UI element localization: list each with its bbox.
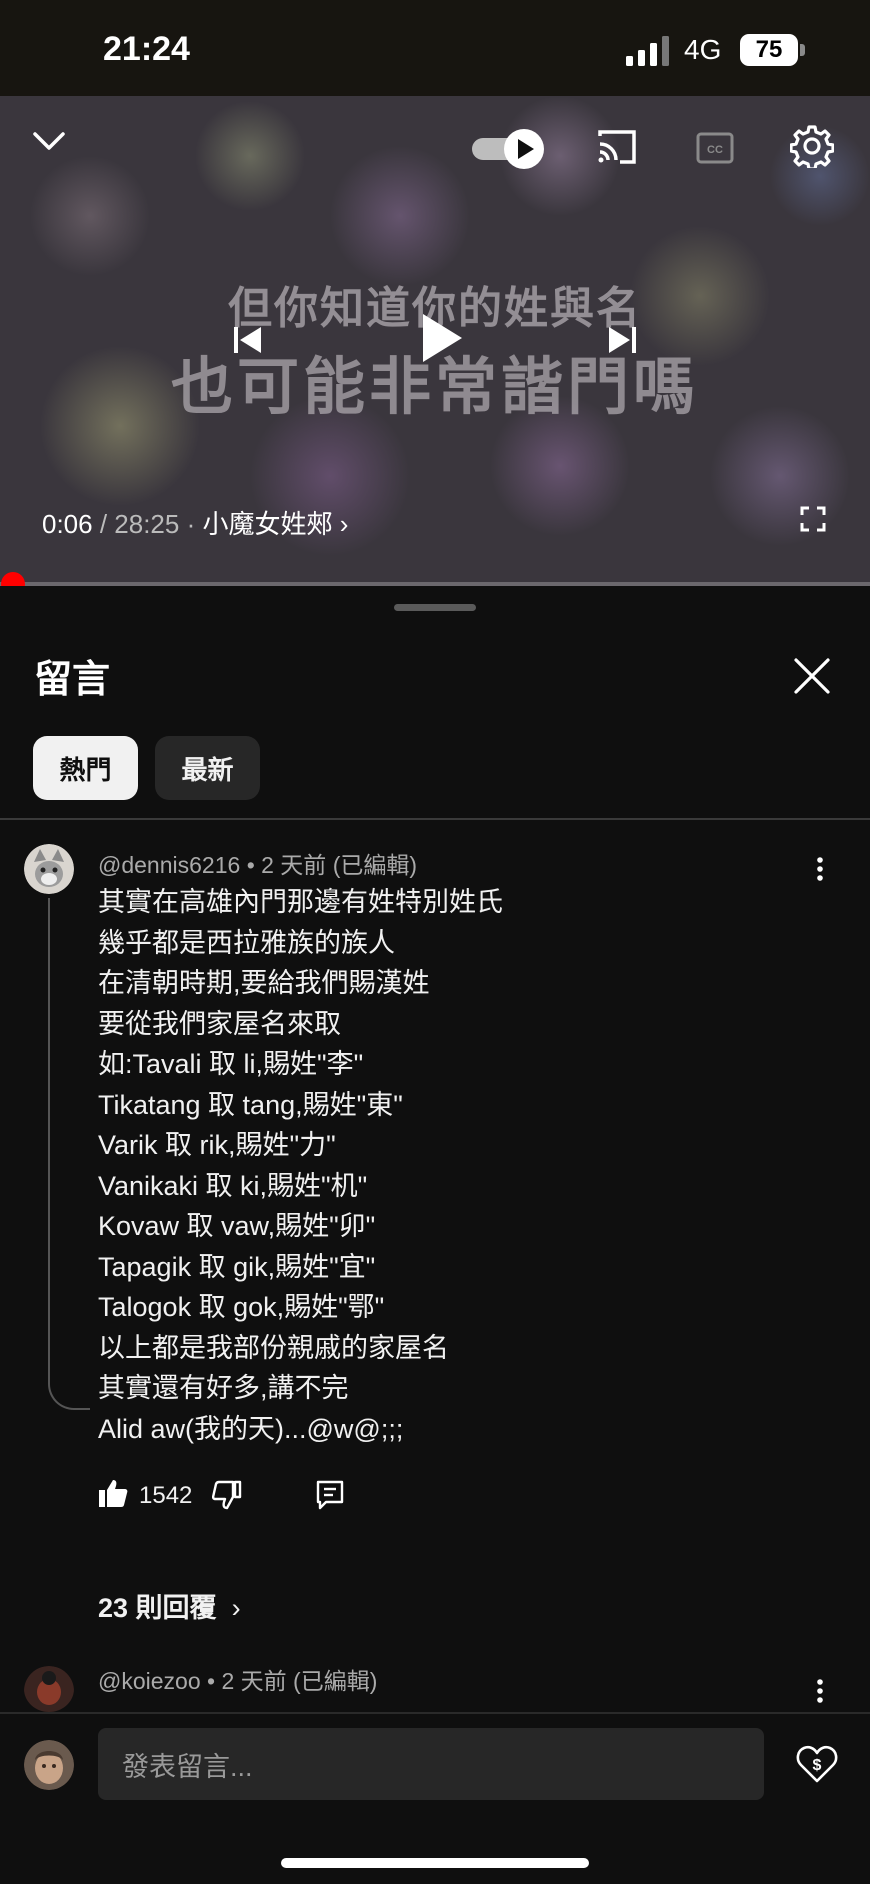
tab-newest[interactable]: 最新 xyxy=(155,736,260,800)
autoplay-toggle[interactable] xyxy=(470,128,546,170)
settings-gear-icon[interactable] xyxy=(790,124,834,168)
comment-input[interactable]: 發表留言... xyxy=(98,1728,764,1800)
commenter-avatar[interactable] xyxy=(24,1666,74,1712)
reply-icon[interactable] xyxy=(316,1480,344,1510)
comment-line: Tapagik 取 gik,賜姓"宜" xyxy=(98,1251,376,1282)
comment-meta: @koiezoo • 2 天前 (已編輯) xyxy=(98,1662,377,1696)
next-icon[interactable] xyxy=(606,324,638,356)
status-time: 21:24 xyxy=(103,30,190,68)
chapter-title[interactable]: 小魔女姓郟 xyxy=(203,509,333,539)
comment-line: 在清朝時期,要給我們賜漢姓 xyxy=(98,968,430,998)
comment-line: 如:Tavali 取 li,賜姓"李" xyxy=(98,1049,364,1079)
comment-meta: @dennis6216 • 2 天前 (已編輯) xyxy=(98,846,417,880)
close-icon[interactable] xyxy=(792,656,832,696)
comment-line: Kovaw 取 vaw,賜姓"卯" xyxy=(98,1211,376,1241)
comment-author[interactable]: @dennis6216 xyxy=(98,852,240,878)
more-options-icon[interactable] xyxy=(814,1678,826,1704)
chapter-chevron-icon[interactable]: › xyxy=(340,509,349,539)
video-player[interactable]: 但你知道你的姓與名 也可能非常諧門嗎 CC 0:06 / 28:25 · 小魔女… xyxy=(0,96,870,586)
user-avatar[interactable] xyxy=(24,1740,74,1790)
home-indicator[interactable] xyxy=(281,1858,589,1868)
comment-line: Talogok 取 gok,賜姓"鄂" xyxy=(98,1292,385,1322)
comment-line: 要從我們家屋名來取 xyxy=(98,1008,341,1039)
like-icon[interactable] xyxy=(98,1478,128,1508)
comment-line: 幾乎都是西拉雅族的族人 xyxy=(98,927,395,958)
progress-scrubber[interactable] xyxy=(1,572,26,586)
signal-icon xyxy=(626,36,669,66)
captions-icon[interactable]: CC xyxy=(696,132,734,164)
cast-icon[interactable] xyxy=(596,128,638,166)
comment-input-bar: 發表留言... $ xyxy=(0,1712,870,1884)
network-type: 4G xyxy=(684,34,722,65)
comment-time: • 2 天前 (已編輯) xyxy=(207,1668,378,1694)
comment-line: Vanikaki 取 ki,賜姓"机" xyxy=(98,1170,368,1201)
drag-handle[interactable] xyxy=(394,604,476,611)
comments-sheet: 留言 熱門 最新 @dennis6216 • 2 天前 (已編輯) 其實在高雄內… xyxy=(0,586,870,1882)
comment-line: Varik 取 rik,賜姓"力" xyxy=(98,1130,336,1160)
replies-chevron-icon: › xyxy=(224,1593,241,1623)
more-options-icon[interactable] xyxy=(814,856,826,882)
comment-line: 其實還有好多,講不完 xyxy=(98,1373,349,1403)
comment-author[interactable]: @koiezoo xyxy=(98,1668,201,1694)
replies-label: 23 則回覆 xyxy=(98,1593,217,1623)
play-icon[interactable] xyxy=(420,312,464,364)
time-current: 0:06 xyxy=(42,509,93,539)
divider xyxy=(0,818,870,820)
time-total: / 28:25 xyxy=(99,509,180,539)
commenter-avatar[interactable] xyxy=(24,844,74,894)
svg-text:$: $ xyxy=(813,1757,822,1774)
thread-line xyxy=(48,898,90,1410)
comment-line: Alid aw(我的天)...@w@;;; xyxy=(98,1413,404,1444)
battery-icon: 75 xyxy=(740,34,798,66)
dislike-icon[interactable] xyxy=(212,1480,242,1510)
battery-tip xyxy=(800,44,805,56)
status-bar: 21:24 4G 75 xyxy=(0,0,870,96)
comment-body: 其實在高雄內門那邊有姓特別姓氏 幾乎都是西拉雅族的族人 在清朝時期,要給我們賜漢… xyxy=(98,882,503,1449)
previous-icon[interactable] xyxy=(232,324,264,356)
minimize-chevron-icon[interactable] xyxy=(32,130,66,152)
tab-top[interactable]: 熱門 xyxy=(33,736,138,800)
chapter-separator: · xyxy=(186,509,196,539)
comment-line: 以上都是我部份親戚的家屋名 xyxy=(98,1332,449,1363)
super-thanks-icon[interactable]: $ xyxy=(796,1744,838,1784)
comment-time: • 2 天前 (已編輯) xyxy=(246,852,418,878)
view-replies-button[interactable]: 23 則回覆 › xyxy=(98,1586,241,1625)
comment-line: 其實在高雄內門那邊有姓特別姓氏 xyxy=(98,887,503,917)
sheet-title: 留言 xyxy=(34,659,111,701)
time-readout: 0:06 / 28:25 · 小魔女姓郟 › xyxy=(42,504,348,541)
like-count: 1542 xyxy=(139,1482,193,1509)
fullscreen-icon[interactable] xyxy=(800,506,826,532)
svg-text:CC: CC xyxy=(707,144,723,156)
comment-line: Tikatang 取 tang,賜姓"東" xyxy=(98,1089,403,1120)
